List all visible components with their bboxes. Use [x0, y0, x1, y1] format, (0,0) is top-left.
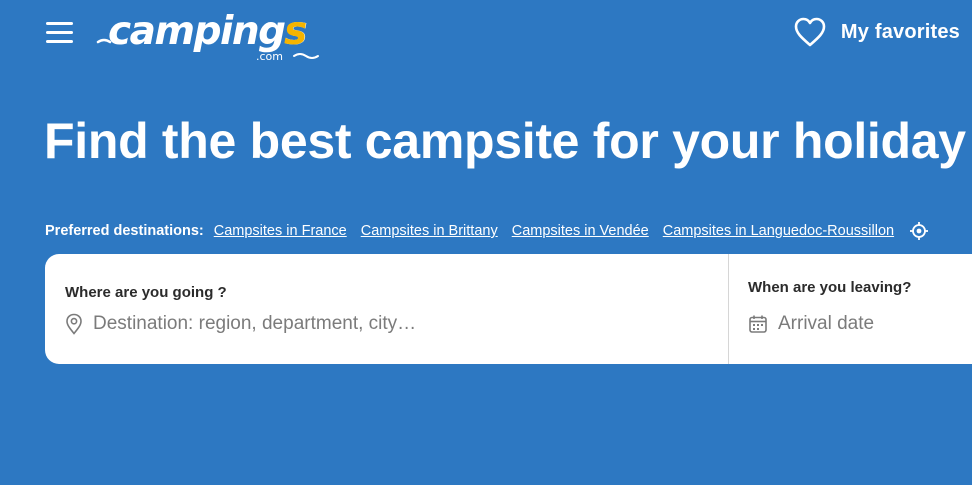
- logo-sub: .com: [256, 50, 283, 63]
- destination-input-row: [65, 313, 653, 335]
- page-title: Find the best campsite for your holiday: [44, 113, 966, 169]
- preferred-destinations: Preferred destinations: Campsites in Fra…: [45, 220, 929, 242]
- destination-input[interactable]: [93, 313, 653, 335]
- site-header: campings s .com My favorites: [0, 0, 972, 70]
- link-campsites-vendee[interactable]: Campsites in Vendée: [512, 223, 649, 239]
- logo-accent-s: s: [284, 9, 307, 54]
- search-box: Where are you going ? When are you leavi…: [45, 254, 972, 364]
- menu-button[interactable]: [46, 22, 74, 46]
- hamburger-menu-icon: [46, 22, 73, 25]
- destination-field-title: Where are you going ?: [65, 284, 227, 301]
- link-campsites-france[interactable]: Campsites in France: [214, 223, 347, 239]
- campings-logo[interactable]: campings s .com: [96, 4, 328, 66]
- locate-icon[interactable]: [910, 222, 929, 240]
- arrival-date-field[interactable]: When are you leaving? Arrival date: [729, 254, 972, 364]
- arrival-date-placeholder: Arrival date: [778, 313, 875, 334]
- heart-outline-icon: [794, 17, 826, 47]
- date-input-row: Arrival date: [748, 313, 874, 335]
- preferred-destinations-label: Preferred destinations:: [45, 223, 204, 239]
- logo-main: campings: [108, 9, 307, 54]
- favorites-button[interactable]: My favorites: [793, 14, 960, 50]
- date-field-title: When are you leaving?: [748, 279, 912, 296]
- logo-wave-right: [293, 53, 319, 59]
- logo-text: campings: [108, 9, 307, 54]
- link-campsites-languedoc-roussillon[interactable]: Campsites in Languedoc-Roussillon: [663, 223, 894, 239]
- calendar-icon: [749, 315, 767, 333]
- hamburger-line: [46, 31, 73, 34]
- destination-field[interactable]: Where are you going ?: [45, 254, 728, 364]
- hamburger-line: [46, 40, 73, 43]
- link-campsites-brittany[interactable]: Campsites in Brittany: [361, 223, 498, 239]
- favorites-label: My favorites: [840, 20, 960, 43]
- map-pin-icon: [66, 313, 82, 335]
